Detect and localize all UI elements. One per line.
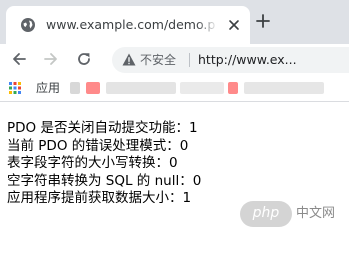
- back-button[interactable]: [8, 48, 30, 70]
- globe-icon: [21, 18, 35, 32]
- apps-grid-icon[interactable]: [9, 82, 21, 94]
- tab-title-fade: [196, 14, 218, 36]
- browser-tab[interactable]: www.example.com/demo.php: [6, 6, 250, 44]
- php-logo-text: php: [252, 205, 280, 221]
- bookmark-item[interactable]: [106, 82, 176, 94]
- bookmarks-bar: 应用: [0, 74, 349, 102]
- apps-bookmark-label[interactable]: 应用: [36, 79, 60, 97]
- forward-button[interactable]: [40, 48, 62, 70]
- arrow-left-icon: [13, 53, 26, 65]
- browser-toolbar: 不安全 http://www.ex...: [0, 44, 349, 74]
- arrow-right-icon: [44, 53, 57, 65]
- security-label[interactable]: 不安全: [140, 50, 176, 70]
- pdo-attribute-line: 应用程序提前获取数据大小：1: [7, 190, 192, 207]
- close-icon[interactable]: [228, 19, 240, 31]
- bookmark-item[interactable]: [86, 82, 100, 94]
- bookmark-item[interactable]: [70, 82, 80, 94]
- bookmark-item[interactable]: [228, 82, 238, 94]
- plus-icon[interactable]: [256, 14, 270, 28]
- bookmark-item[interactable]: [180, 82, 224, 94]
- watermark-site-text: 中文网: [296, 206, 336, 221]
- bookmark-item[interactable]: [244, 82, 324, 94]
- page-content: PDO 是否关闭自动提交功能：1 当前 PDO 的错误处理模式：0 表字段字符的…: [7, 120, 201, 208]
- pdo-attribute-line: 当前 PDO 的错误处理模式：0: [7, 137, 189, 154]
- reload-icon: [78, 53, 90, 65]
- warning-triangle-icon[interactable]: [122, 53, 136, 66]
- tab-title: www.example.com/demo.php: [46, 17, 216, 32]
- tab-strip: www.example.com/demo.php: [0, 0, 349, 44]
- address-bar[interactable]: 不安全 http://www.ex...: [112, 47, 349, 73]
- omnibox-divider: [189, 53, 190, 67]
- reload-button[interactable]: [73, 48, 95, 70]
- watermark: php 中文网: [240, 201, 345, 227]
- pdo-attribute-line: 空字符串转换为 SQL 的 null：0: [7, 172, 202, 189]
- pdo-attribute-line: PDO 是否关闭自动提交功能：1: [7, 120, 198, 136]
- url-text[interactable]: http://www.ex...: [198, 50, 297, 70]
- pdo-attribute-line: 表字段字符的大小写转换：0: [7, 155, 178, 172]
